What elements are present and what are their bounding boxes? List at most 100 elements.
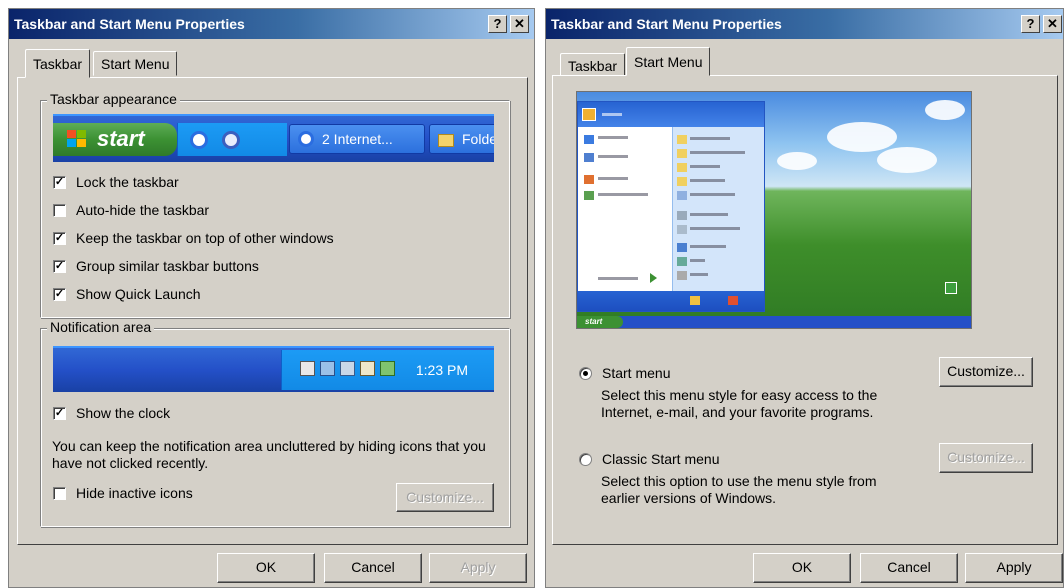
group-buttons-checkbox[interactable]: ✓ Group similar taskbar buttons <box>53 258 259 274</box>
checkbox-box: ✓ <box>53 259 66 273</box>
run-icon <box>677 271 687 280</box>
menu-line <box>598 136 628 139</box>
program-icon <box>584 191 594 200</box>
cloud <box>925 100 965 120</box>
cancel-button[interactable]: Cancel <box>324 553 422 583</box>
printer-icon <box>677 225 687 234</box>
checkbox-box: ✓ <box>53 231 66 245</box>
group-legend: Notification area <box>47 319 155 335</box>
task-button-folder: Folde <box>429 124 494 154</box>
notification-description: You can keep the notification area unclu… <box>52 438 486 471</box>
taskbar-preview: start 2 Internet... Folde <box>53 114 494 162</box>
checkbox-label: Lock the taskbar <box>76 174 179 190</box>
customize-start-menu-button[interactable]: Customize... <box>939 357 1033 387</box>
menu-line <box>690 165 720 168</box>
checkbox-label: Keep the taskbar on top of other windows <box>76 230 334 246</box>
checkbox-box <box>53 486 66 500</box>
pinned-programs <box>578 127 672 293</box>
user-header <box>578 102 764 127</box>
checkbox-box <box>53 203 66 217</box>
system-places <box>672 127 764 293</box>
customize-notification-button[interactable]: Customize... <box>396 483 494 512</box>
tab-label: Start Menu <box>101 56 170 72</box>
checkbox-box: ✓ <box>53 406 66 420</box>
customize-classic-button[interactable]: Customize... <box>939 443 1033 473</box>
menu-line <box>598 155 628 158</box>
classic-start-menu-radio[interactable]: Classic Start menu <box>579 451 719 467</box>
help-button[interactable]: ? <box>488 15 507 33</box>
menu-line <box>690 245 726 248</box>
notification-preview: 1:23 PM <box>53 346 494 392</box>
folder-icon <box>677 149 687 158</box>
arrow-right-icon <box>650 273 657 283</box>
windows-flag-icon <box>67 130 87 149</box>
radio-label: Start menu <box>602 365 671 381</box>
radio-dot <box>579 452 592 466</box>
menu-line <box>598 193 648 196</box>
tab-taskbar[interactable]: Taskbar <box>25 49 91 78</box>
checkbox-box: ✓ <box>53 175 66 189</box>
start-menu-footer <box>578 291 764 311</box>
tab-start-menu[interactable]: Start Menu <box>93 51 178 76</box>
start-menu-description: Select this menu style for easy access t… <box>601 387 878 420</box>
auto-hide-checkbox[interactable]: Auto-hide the taskbar <box>53 202 209 218</box>
start-label: start <box>97 126 145 151</box>
preview-taskbar: start <box>577 316 971 328</box>
user-name-line <box>602 113 622 116</box>
tab-label: Start Menu <box>634 54 703 70</box>
close-button[interactable]: ✕ <box>1043 15 1062 33</box>
classic-start-menu-description: Select this option to use the menu style… <box>601 473 877 506</box>
network-icon <box>320 361 335 376</box>
apply-button[interactable]: Apply <box>429 553 527 583</box>
cancel-button[interactable]: Cancel <box>860 553 958 583</box>
title-bar: Taskbar and Start Menu Properties <box>9 9 534 39</box>
menu-line <box>690 227 740 230</box>
start-menu-radio[interactable]: Start menu <box>579 365 670 381</box>
group-legend: Taskbar appearance <box>47 91 180 107</box>
folder-icon <box>677 177 687 186</box>
email-icon <box>584 153 594 162</box>
recycle-bin-icon <box>945 282 957 294</box>
folder-icon <box>438 134 454 147</box>
ok-button[interactable]: OK <box>753 553 851 583</box>
show-clock-checkbox[interactable]: ✓ Show the clock <box>53 405 170 421</box>
menu-line <box>690 137 730 140</box>
ie-icon <box>584 135 594 144</box>
book-icon <box>360 361 375 376</box>
close-button[interactable]: ✕ <box>510 15 529 33</box>
quick-launch-area <box>177 123 287 156</box>
lock-taskbar-checkbox[interactable]: ✓ Lock the taskbar <box>53 174 179 190</box>
title-bar: Taskbar and Start Menu Properties <box>546 9 1063 39</box>
all-programs-line <box>598 277 638 280</box>
task-label: Folde <box>462 131 494 147</box>
cloud <box>877 147 937 173</box>
clock-text: 1:23 PM <box>415 362 468 378</box>
hide-inactive-checkbox[interactable]: Hide inactive icons <box>53 485 193 501</box>
tab-start-menu[interactable]: Start Menu <box>626 47 711 76</box>
checkbox-label: Group similar taskbar buttons <box>76 258 259 274</box>
task-label: 2 Internet... <box>322 131 393 147</box>
ie-icon <box>298 131 314 147</box>
msn-icon <box>584 175 594 184</box>
start-menu-mock <box>577 101 765 312</box>
help-button[interactable]: ? <box>1021 15 1040 33</box>
menu-line <box>690 259 705 262</box>
keep-on-top-checkbox[interactable]: ✓ Keep the taskbar on top of other window… <box>53 230 334 246</box>
ok-button[interactable]: OK <box>217 553 315 583</box>
computer-icon <box>677 191 687 200</box>
quick-launch-checkbox[interactable]: ✓ Show Quick Launch <box>53 286 201 302</box>
menu-line <box>690 193 735 196</box>
apply-button[interactable]: Apply <box>965 553 1063 583</box>
menu-line <box>690 151 745 154</box>
task-button-internet: 2 Internet... <box>289 124 425 154</box>
window-title: Taskbar and Start Menu Properties <box>551 16 782 32</box>
avatar-icon <box>582 108 596 121</box>
menu-line <box>690 213 728 216</box>
start-menu-preview: start <box>576 91 972 329</box>
menu-line <box>690 273 708 276</box>
radio-label: Classic Start menu <box>602 451 720 467</box>
monitor-icon <box>340 361 355 376</box>
menu-line <box>598 177 628 180</box>
preview-start-button: start <box>577 316 623 328</box>
help-icon <box>677 243 687 252</box>
